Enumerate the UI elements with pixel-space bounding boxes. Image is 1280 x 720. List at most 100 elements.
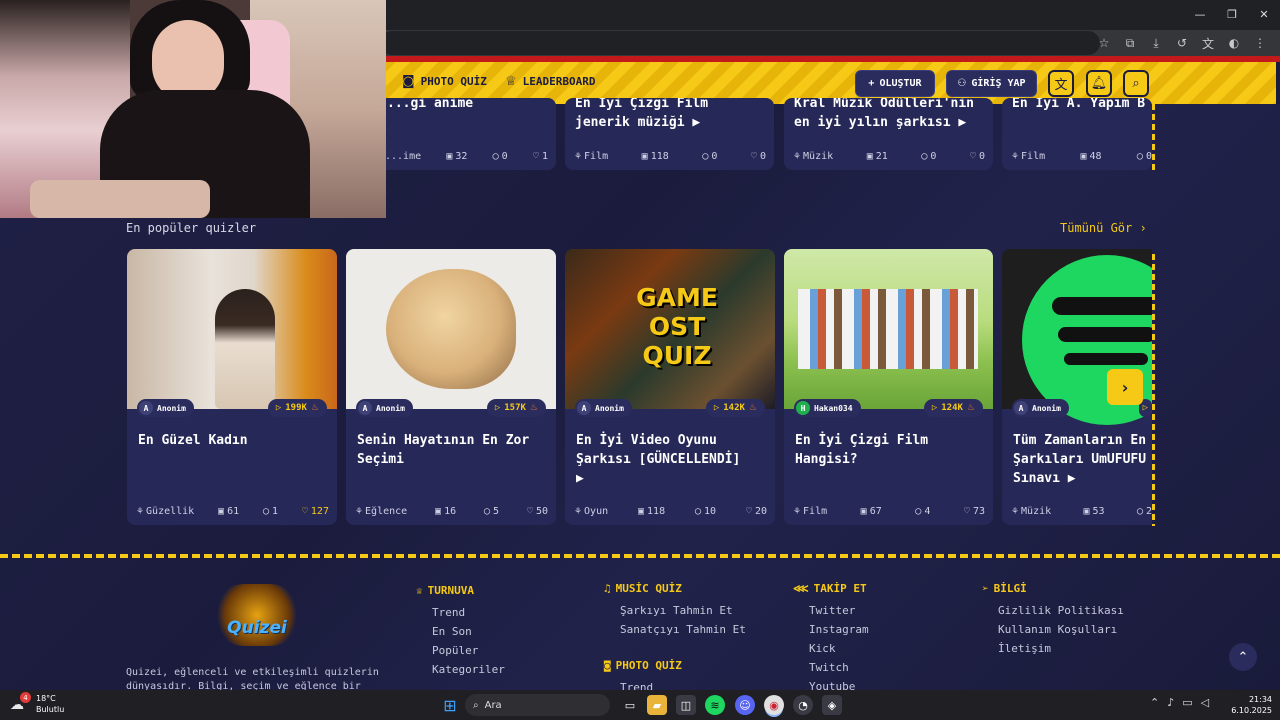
- heart-icon: ♡: [526, 506, 533, 517]
- extensions-icon[interactable]: ⧉: [1118, 31, 1142, 55]
- notifications-button[interactable]: 🔔︎: [1086, 70, 1112, 97]
- quiz-card[interactable]: A Anonim ▷ 157K ♨ Senin Hayatının En Zor Se…: [346, 249, 556, 525]
- comments-count: ◯ 0: [1136, 151, 1152, 162]
- footer-link[interactable]: Gizlilik Politikası: [982, 601, 1124, 620]
- weather-widget[interactable]: ☁ 4 18°C Bulutlu: [10, 692, 64, 715]
- nav-photo-quiz[interactable]: ◙ PHOTO QUİZ: [402, 74, 487, 89]
- task-view-icon[interactable]: ▭: [620, 695, 640, 715]
- avatar: A: [139, 401, 153, 415]
- carousel-edge: [1152, 254, 1155, 526]
- category: ⚘ Müzik: [794, 151, 834, 162]
- login-button[interactable]: ⚇ GİRİŞ YAP: [946, 70, 1037, 97]
- scroll-to-top-button[interactable]: ⌃: [1229, 643, 1257, 671]
- images-icon: ▣: [1080, 151, 1087, 162]
- start-button[interactable]: ⊞: [440, 695, 460, 715]
- card-stats: ⚘ Güzellik ▣ 61 ◯ 1 ♡ 127: [137, 506, 329, 517]
- footer-link[interactable]: Popüler: [416, 641, 505, 660]
- author-badge[interactable]: A Anonim: [1012, 399, 1069, 417]
- comment-icon: ◯: [262, 506, 269, 517]
- footer-link[interactable]: Instagram: [793, 620, 869, 639]
- author-badge[interactable]: A Anonim: [137, 399, 194, 417]
- quiz-card[interactable]: A Anonim ▷ 199K ♨ En Güzel Kadın ⚘ Güzellik …: [127, 249, 337, 525]
- comments-count: ◯ 10: [694, 506, 717, 517]
- quiz-card[interactable]: En İyi A. Yapım B ⚘ Film ▣ 48 ◯ 0: [1002, 98, 1152, 170]
- close-icon[interactable]: ✕: [1248, 0, 1280, 28]
- search-button[interactable]: ⌕: [1123, 70, 1149, 97]
- category: ⚘ Film: [575, 151, 609, 162]
- translate-icon[interactable]: 文: [1196, 31, 1220, 55]
- trophy-icon: ♕: [505, 74, 517, 89]
- quiz-card[interactable]: GAME OST QUIZ A Anonim ▷ 142K ♨ En İyi Vide…: [565, 249, 775, 525]
- likes-count: ♡ 0: [750, 151, 766, 162]
- heart-icon: ♡: [745, 506, 752, 517]
- history-icon[interactable]: ↺: [1170, 31, 1194, 55]
- app-icon[interactable]: ◈: [822, 695, 842, 715]
- category-icon: ⚘: [575, 151, 582, 162]
- author-badge[interactable]: H Hakan034: [794, 399, 861, 417]
- microphone-icon[interactable]: ♪: [1167, 696, 1174, 709]
- bookmark-star-icon[interactable]: ☆: [1092, 31, 1116, 55]
- footer-link[interactable]: Kullanım Koşulları: [982, 620, 1124, 639]
- footer-link[interactable]: Twitch: [793, 658, 869, 677]
- create-button[interactable]: + OLUŞTUR: [855, 70, 935, 97]
- quiz-title: Tüm Zamanların En Şarkıları UmUFUFU Sına…: [1013, 433, 1147, 486]
- music-note-icon: ♫: [604, 582, 611, 595]
- images-icon: ▣: [641, 151, 648, 162]
- card-stats: ⚘ Film ▣ 118 ◯ 0 ♡ 0: [575, 151, 766, 162]
- footer-link[interactable]: Trend: [416, 603, 505, 622]
- network-icon[interactable]: ▭: [1182, 696, 1192, 709]
- questions-count: ▣ 61: [218, 506, 240, 517]
- card-stats: ⚘ Müzik ▣ 53 ◯ 2: [1012, 506, 1152, 517]
- chevron-up-icon[interactable]: ⌃: [1150, 696, 1159, 709]
- chrome-icon[interactable]: ◉: [764, 695, 784, 715]
- comments-count: ◯ 1: [262, 506, 279, 517]
- restore-icon[interactable]: ❐: [1216, 0, 1248, 28]
- file-explorer-icon[interactable]: ▰: [647, 695, 667, 715]
- footer-logo[interactable]: Quizei: [214, 584, 300, 646]
- windows-logo-icon: ⊞: [443, 695, 457, 715]
- clock[interactable]: 21:34 6.10.2025: [1222, 694, 1272, 716]
- images-icon: ▣: [1083, 506, 1090, 517]
- spotify-icon[interactable]: ≋: [705, 695, 725, 715]
- quiz-card[interactable]: Kral Müzik Ödülleri'nin en iyi yılın şark…: [784, 98, 993, 170]
- images-icon: ▣: [218, 506, 225, 517]
- volume-icon[interactable]: ◁: [1201, 696, 1209, 709]
- footer-link[interactable]: Şarkıyı Tahmin Et: [604, 601, 746, 620]
- nav-leaderboard[interactable]: ♕ LEADERBOARD: [505, 74, 596, 89]
- taskbar-search[interactable]: ⌕ Ara: [465, 694, 610, 716]
- chevron-right-icon: ›: [1121, 377, 1129, 397]
- comments-count: ◯ 0: [921, 151, 937, 162]
- footer-link[interactable]: Sanatçıyı Tahmin Et: [604, 620, 746, 639]
- author-badge[interactable]: A Anonim: [356, 399, 413, 417]
- see-all-link[interactable]: Tümünü Gör ›: [1060, 221, 1147, 235]
- menu-dots-icon[interactable]: ⋮: [1248, 31, 1272, 55]
- downloads-icon[interactable]: ⤓: [1144, 31, 1168, 55]
- footer-link[interactable]: Kategoriler: [416, 660, 505, 679]
- plays-badge: ▷ 199K ♨: [267, 399, 327, 417]
- footer-link[interactable]: İletişim: [982, 639, 1124, 658]
- quiz-card[interactable]: En İyi Çizgi Film jenerik müziği ▶︎ ⚘ Film…: [565, 98, 774, 170]
- avatar: H: [796, 401, 810, 415]
- language-button[interactable]: 文: [1048, 70, 1074, 97]
- quiz-title: En İyi Video Oyunu Şarkısı [GÜNCELLENDİ]…: [576, 433, 741, 486]
- system-tray: ⌃ ♪ ▭ ◁: [1150, 696, 1209, 709]
- address-bar[interactable]: [380, 31, 1100, 55]
- footer-link[interactable]: En Son: [416, 622, 505, 641]
- plus-icon: +: [868, 78, 875, 89]
- bell-icon: 🔔︎: [1090, 76, 1108, 91]
- obs-icon[interactable]: ◔: [793, 695, 813, 715]
- category-icon: ⚘: [137, 506, 144, 517]
- footer-link[interactable]: Kick: [793, 639, 869, 658]
- quiz-card[interactable]: H Hakan034 ▷ 124K ♨ En İyi Çizgi Film Hangi…: [784, 249, 993, 525]
- category: ⚘ Eğlence: [356, 506, 408, 517]
- webcam-overlay: [0, 0, 386, 218]
- discord-icon[interactable]: ☺: [735, 695, 755, 715]
- minimize-icon[interactable]: —: [1184, 0, 1216, 28]
- avatar: A: [577, 401, 591, 415]
- fire-icon: ♨: [310, 403, 319, 413]
- profile-avatar[interactable]: ◐: [1222, 31, 1246, 55]
- footer-link[interactable]: Twitter: [793, 601, 869, 620]
- author-badge[interactable]: A Anonim: [575, 399, 632, 417]
- store-icon[interactable]: ◫: [676, 695, 696, 715]
- carousel-next-button[interactable]: ›: [1107, 369, 1143, 405]
